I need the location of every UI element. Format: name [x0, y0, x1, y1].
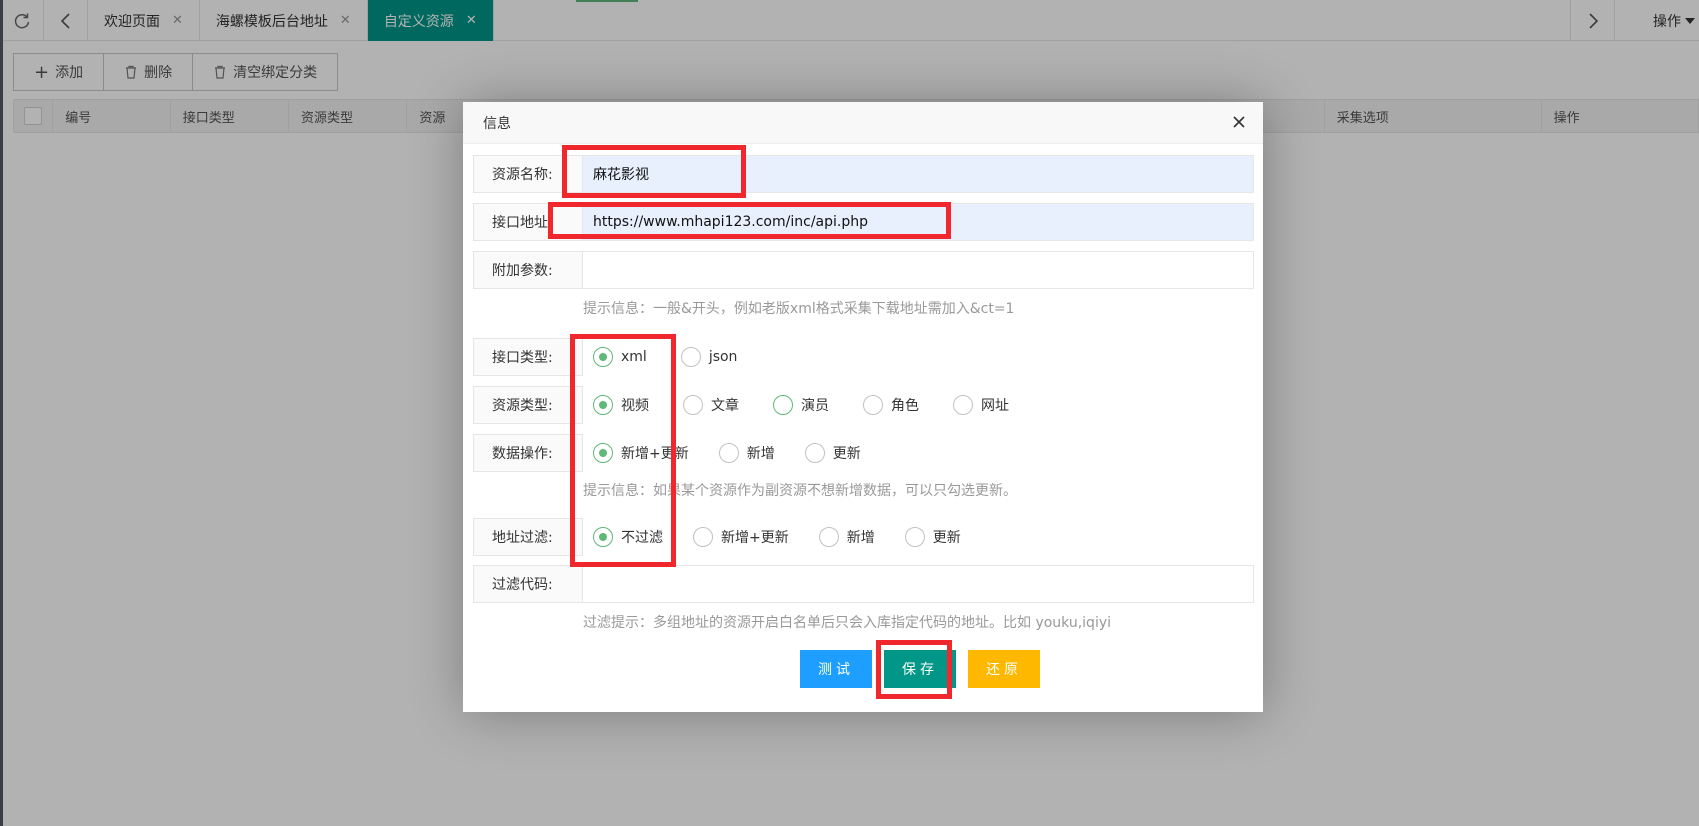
radio-unchecked-icon: [773, 395, 793, 415]
field-extra-params-row: 附加参数:: [473, 251, 1254, 289]
field-name-row: 资源名称: 麻花影视: [473, 155, 1254, 193]
option-label: 不过滤: [621, 530, 663, 546]
data-op-tip: 提示信息：如果某个资源作为副资源不想新增数据，可以只勾选更新。: [583, 483, 1017, 499]
data-op-radio-group: 新增+更新 新增 更新: [583, 434, 891, 472]
extra-params-tip: 提示信息：一般&开头，例如老版xml格式采集下载地址需加入&ct=1: [583, 301, 1015, 317]
field-api-type-row: 接口类型: xml json: [473, 338, 767, 376]
field-url-filter-row: 地址过滤: 不过滤 新增+更新 新增 更新: [473, 518, 991, 556]
field-resource-type-row: 资源类型: 视频 文章 演员 角色 网址: [473, 386, 1039, 424]
field-label: 接口类型:: [473, 338, 583, 376]
api-url-input[interactable]: https://www.mhapi123.com/inc/api.php: [583, 203, 1254, 241]
reset-button[interactable]: 还原: [968, 650, 1040, 688]
option-label: 更新: [932, 530, 961, 546]
radio-unchecked-icon: [863, 395, 883, 415]
test-button[interactable]: 测试: [800, 650, 872, 688]
save-button[interactable]: 保存: [884, 650, 956, 688]
option-label: 视频: [621, 398, 649, 414]
dialog-buttons: 测试 保存 还原: [800, 650, 1040, 688]
field-label: 地址过滤:: [473, 518, 583, 556]
field-api-url-row: 接口地址 https://www.mhapi123.com/inc/api.ph…: [473, 203, 1254, 241]
api-type-option-xml[interactable]: xml: [593, 347, 647, 367]
resource-type-option-actor[interactable]: 演员: [773, 395, 829, 415]
field-label: 接口地址: [473, 203, 583, 241]
field-label: 资源类型:: [473, 386, 583, 424]
resource-dialog: 信息 资源名称: 麻花影视 接口地址 https://www.mhapi123.…: [463, 102, 1263, 712]
radio-checked-icon: [593, 443, 613, 463]
data-op-option-add-update[interactable]: 新增+更新: [593, 443, 689, 463]
option-label: xml: [621, 349, 647, 365]
url-filter-option-add[interactable]: 新增: [818, 527, 875, 547]
url-filter-option-update[interactable]: 更新: [904, 527, 961, 547]
api-type-radio-group: xml json: [583, 338, 767, 376]
radio-unchecked-icon: [904, 527, 925, 547]
field-label: 附加参数:: [473, 251, 583, 289]
radio-unchecked-icon: [818, 527, 839, 547]
filter-code-input[interactable]: [583, 565, 1254, 603]
radio-unchecked-icon: [718, 443, 739, 463]
field-data-op-row: 数据操作: 新增+更新 新增 更新: [473, 434, 891, 472]
option-label: 新增+更新: [621, 446, 689, 462]
extra-params-input[interactable]: [583, 251, 1254, 289]
close-button[interactable]: [1229, 112, 1249, 132]
field-filter-code-row: 过滤代码:: [473, 565, 1254, 603]
resource-type-radio-group: 视频 文章 演员 角色 网址: [583, 386, 1039, 424]
data-op-option-update[interactable]: 更新: [804, 443, 861, 463]
url-filter-option-none[interactable]: 不过滤: [593, 527, 663, 547]
radio-unchecked-icon: [680, 347, 701, 367]
field-label: 过滤代码:: [473, 565, 583, 603]
resource-name-input[interactable]: 麻花影视: [583, 155, 1254, 193]
option-label: 新增+更新: [721, 530, 789, 546]
left-edge: [0, 0, 3, 826]
radio-unchecked-icon: [804, 443, 825, 463]
option-label: 新增: [846, 530, 875, 546]
data-op-option-add[interactable]: 新增: [718, 443, 775, 463]
option-label: 文章: [711, 398, 739, 414]
option-label: 更新: [832, 446, 861, 462]
resource-type-option-video[interactable]: 视频: [593, 395, 649, 415]
dialog-title: 信息: [463, 102, 1263, 144]
api-type-option-json[interactable]: json: [680, 347, 738, 367]
field-label: 数据操作:: [473, 434, 583, 472]
radio-checked-icon: [593, 395, 613, 415]
resource-type-option-article[interactable]: 文章: [683, 395, 739, 415]
radio-unchecked-icon: [693, 527, 713, 547]
resource-type-option-role[interactable]: 角色: [863, 395, 919, 415]
close-icon: [1233, 116, 1245, 128]
radio-unchecked-icon: [683, 395, 703, 415]
radio-checked-icon: [593, 527, 613, 547]
filter-code-tip: 过滤提示：多组地址的资源开启白名单后只会入库指定代码的地址。比如 youku,i…: [583, 615, 1112, 631]
option-label: 网址: [981, 398, 1009, 414]
radio-unchecked-icon: [953, 395, 973, 415]
option-label: json: [708, 349, 738, 365]
radio-checked-icon: [593, 347, 613, 367]
option-label: 新增: [746, 446, 775, 462]
option-label: 演员: [801, 398, 829, 414]
url-filter-option-add-update[interactable]: 新增+更新: [693, 527, 789, 547]
resource-type-option-url[interactable]: 网址: [953, 395, 1009, 415]
url-filter-radio-group: 不过滤 新增+更新 新增 更新: [583, 518, 991, 556]
field-label: 资源名称:: [473, 155, 583, 193]
option-label: 角色: [891, 398, 919, 414]
